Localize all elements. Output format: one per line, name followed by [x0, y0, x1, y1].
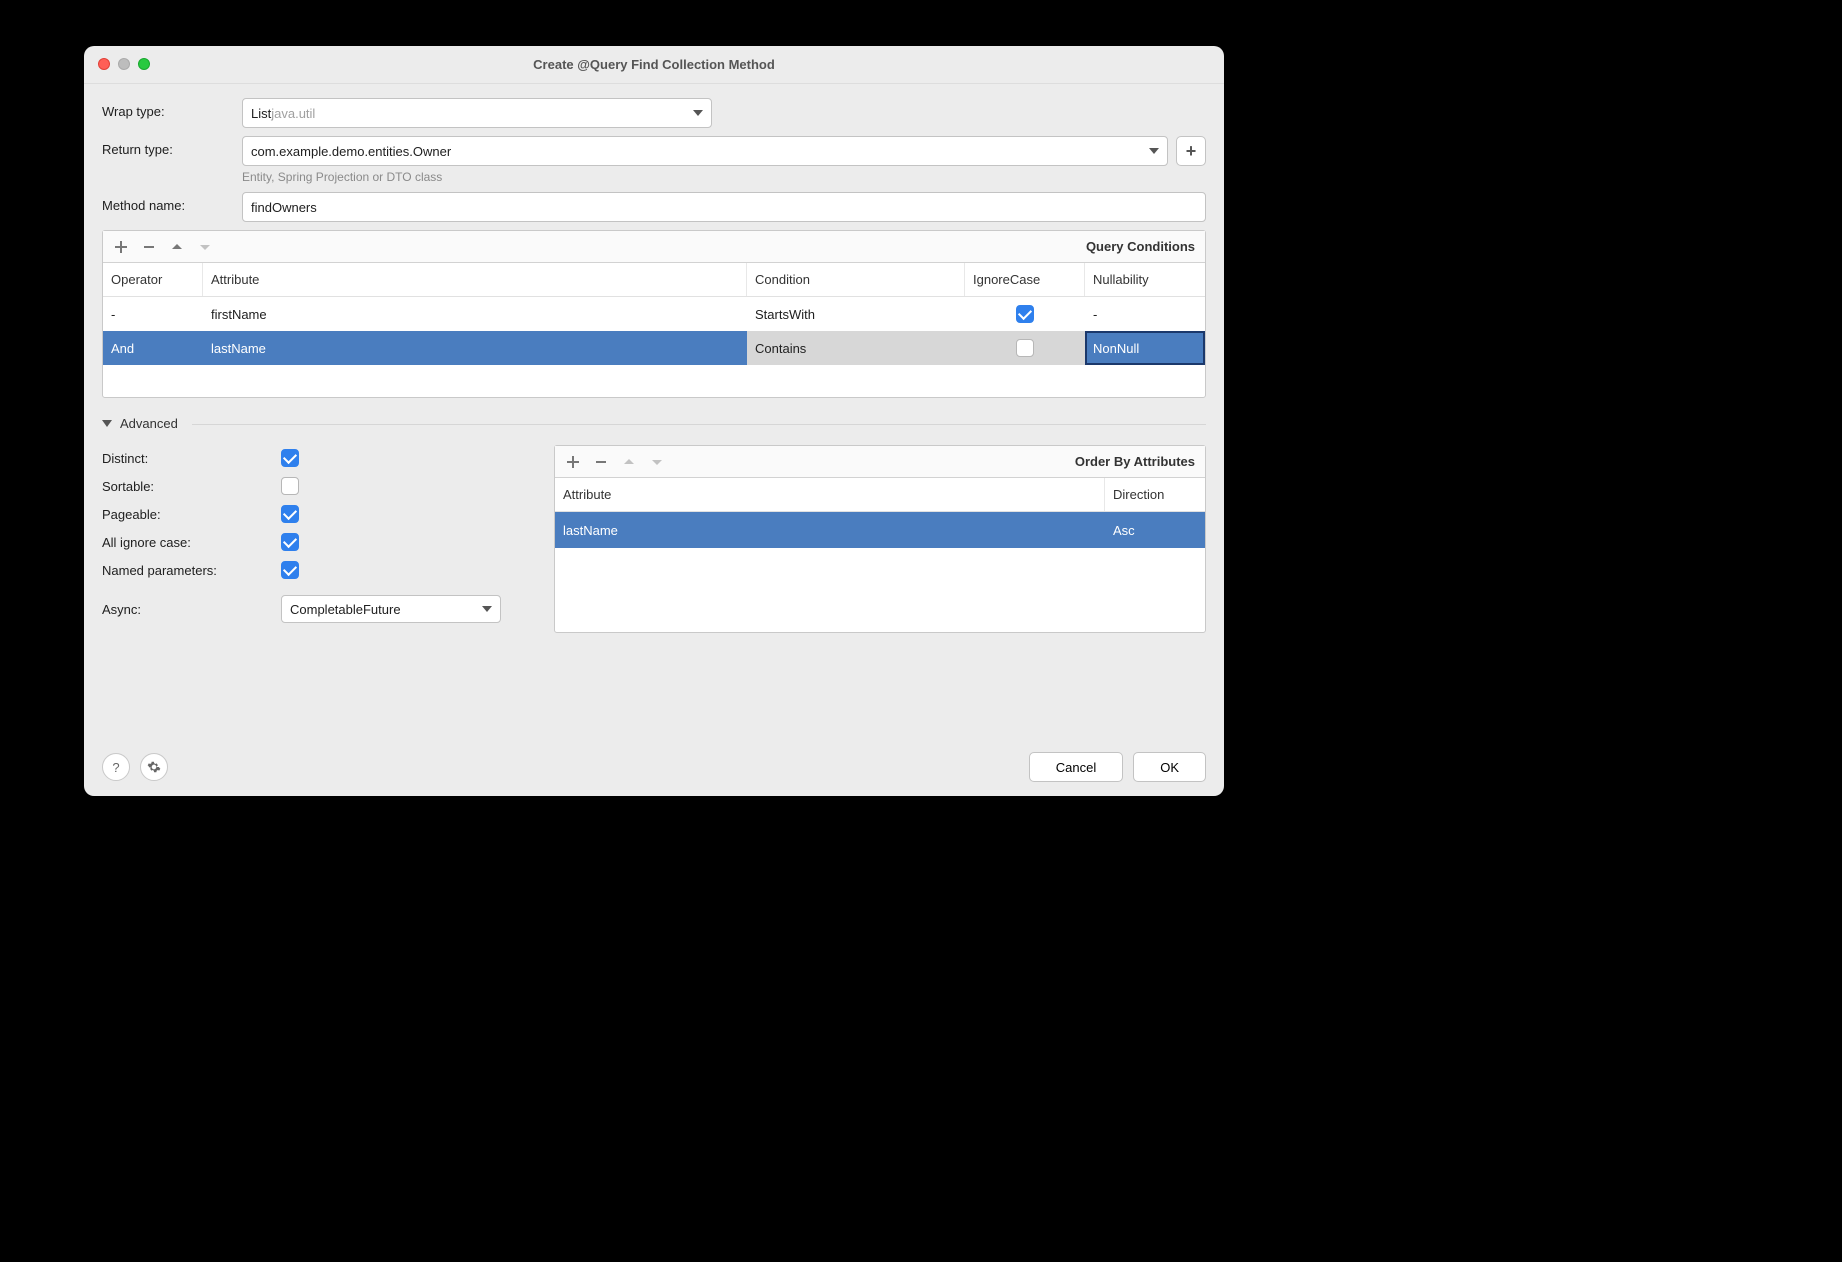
cell-condition: StartsWith — [747, 297, 965, 331]
cell-ignorecase[interactable] — [965, 297, 1085, 331]
zoom-icon[interactable] — [138, 58, 150, 70]
settings-button[interactable] — [140, 753, 168, 781]
query-conditions-panel: Query Conditions Operator Attribute Cond… — [102, 230, 1206, 398]
distinct-label: Distinct: — [102, 451, 267, 466]
sortable-label: Sortable: — [102, 479, 267, 494]
query-conditions-toolbar: Query Conditions — [103, 231, 1205, 263]
pageable-checkbox[interactable] — [281, 505, 299, 523]
wrap-type-combo[interactable]: List java.util — [242, 98, 712, 128]
advanced-options: Distinct: Sortable: Pageable: All ignore… — [102, 445, 542, 633]
order-by-title: Order By Attributes — [1075, 454, 1195, 469]
cell-attribute: lastName — [203, 331, 747, 365]
async-combo[interactable]: CompletableFuture — [281, 595, 501, 623]
cell-operator: - — [103, 297, 203, 331]
col-attribute: Attribute — [203, 263, 747, 296]
order-by-body: lastName Asc — [555, 512, 1205, 632]
order-by-panel: Order By Attributes Attribute Direction … — [554, 445, 1206, 633]
return-type-value: com.example.demo.entities.Owner — [251, 144, 451, 159]
query-conditions-header: Operator Attribute Condition IgnoreCase … — [103, 263, 1205, 297]
return-type-combo[interactable]: com.example.demo.entities.Owner — [242, 136, 1168, 166]
col-ignorecase: IgnoreCase — [965, 263, 1085, 296]
minimize-icon — [118, 58, 130, 70]
ok-button[interactable]: OK — [1133, 752, 1206, 782]
add-return-type-button[interactable]: + — [1176, 136, 1206, 166]
add-icon[interactable] — [565, 454, 581, 470]
table-row[interactable]: lastName Asc — [555, 512, 1205, 548]
cell-nullability: - — [1085, 297, 1205, 331]
dialog-window: Create @Query Find Collection Method Wra… — [84, 46, 1224, 796]
gear-icon — [147, 760, 161, 774]
window-controls — [98, 58, 150, 70]
pageable-label: Pageable: — [102, 507, 267, 522]
return-type-label: Return type: — [102, 136, 232, 157]
wrap-type-value: List — [251, 106, 271, 121]
cell-direction: Asc — [1105, 512, 1205, 548]
chevron-down-icon — [1149, 148, 1159, 154]
named-parameters-label: Named parameters: — [102, 563, 267, 578]
remove-icon[interactable] — [593, 454, 609, 470]
move-down-icon — [649, 454, 665, 470]
return-type-help: Entity, Spring Projection or DTO class — [242, 170, 1206, 184]
advanced-label: Advanced — [120, 416, 178, 431]
wrap-type-package: java.util — [271, 106, 315, 121]
named-parameters-checkbox[interactable] — [281, 561, 299, 579]
all-ignore-case-checkbox[interactable] — [281, 533, 299, 551]
remove-icon[interactable] — [141, 239, 157, 255]
distinct-checkbox[interactable] — [281, 449, 299, 467]
chevron-down-icon — [693, 110, 703, 116]
cell-ignorecase[interactable] — [965, 331, 1085, 365]
move-up-icon[interactable] — [169, 239, 185, 255]
table-row[interactable]: - firstName StartsWith - — [103, 297, 1205, 331]
move-up-icon — [621, 454, 637, 470]
order-by-toolbar: Order By Attributes — [555, 446, 1205, 478]
dialog-footer: ? Cancel OK — [84, 742, 1224, 796]
method-name-value: findOwners — [251, 200, 317, 215]
checkbox-icon[interactable] — [1016, 305, 1034, 323]
titlebar: Create @Query Find Collection Method — [84, 46, 1224, 84]
sortable-checkbox[interactable] — [281, 477, 299, 495]
col-operator: Operator — [103, 263, 203, 296]
col-nullability: Nullability — [1085, 263, 1205, 296]
close-icon[interactable] — [98, 58, 110, 70]
order-by-header: Attribute Direction — [555, 478, 1205, 512]
help-button[interactable]: ? — [102, 753, 130, 781]
cell-condition: Contains — [747, 331, 965, 365]
cell-nullability[interactable]: NonNull — [1085, 331, 1205, 365]
cell-operator: And — [103, 331, 203, 365]
cell-attribute: lastName — [555, 512, 1105, 548]
window-title: Create @Query Find Collection Method — [533, 57, 775, 72]
all-ignore-case-label: All ignore case: — [102, 535, 267, 550]
table-row[interactable]: And lastName Contains NonNull — [103, 331, 1205, 365]
query-conditions-body: - firstName StartsWith - And lastName Co… — [103, 297, 1205, 397]
query-conditions-title: Query Conditions — [1086, 239, 1195, 254]
checkbox-icon[interactable] — [1016, 339, 1034, 357]
async-label: Async: — [102, 602, 267, 617]
cancel-button[interactable]: Cancel — [1029, 752, 1123, 782]
dialog-content: Wrap type: List java.util Return type: c… — [84, 84, 1224, 742]
move-down-icon[interactable] — [197, 239, 213, 255]
cell-attribute: firstName — [203, 297, 747, 331]
col-direction: Direction — [1105, 478, 1205, 511]
wrap-type-label: Wrap type: — [102, 98, 232, 119]
col-condition: Condition — [747, 263, 965, 296]
disclosure-triangle-icon — [102, 420, 112, 427]
advanced-section-header[interactable]: Advanced — [102, 416, 1206, 431]
async-value: CompletableFuture — [290, 602, 401, 617]
method-name-label: Method name: — [102, 192, 232, 213]
add-icon[interactable] — [113, 239, 129, 255]
col-attribute: Attribute — [555, 478, 1105, 511]
chevron-down-icon — [482, 606, 492, 612]
method-name-input[interactable]: findOwners — [242, 192, 1206, 222]
